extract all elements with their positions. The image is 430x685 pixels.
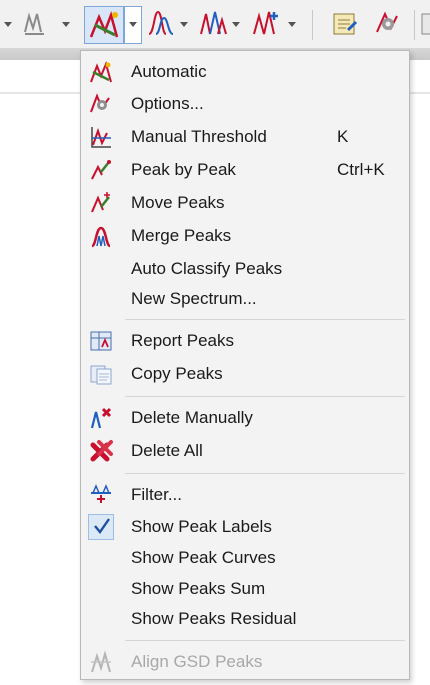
menu-item-filter[interactable]: Filter... [81,480,409,510]
automatic-peak-button[interactable] [84,6,124,44]
menu-item-label: Auto Classify Peaks [131,259,283,278]
delete-all-icon [89,439,113,463]
chevron-down-icon[interactable] [288,22,296,27]
menu-item-label: Delete Manually [131,408,253,427]
peak-curve-icon [148,10,174,35]
report-peaks-icon [89,329,113,353]
menu-separator [125,640,405,641]
menu-item-label: Show Peak Curves [131,548,276,567]
menu-item-label: Options... [131,94,204,113]
chevron-down-icon [129,22,137,27]
menu-item-label: Delete All [131,441,203,460]
chevron-down-icon[interactable] [62,22,70,27]
menu-item-label: Automatic [131,62,207,81]
menu-item-options[interactable]: Options... [81,89,409,119]
menu-item-label: Peak by Peak [131,160,236,179]
automatic-peak-icon [89,60,113,84]
manual-threshold-icon [89,125,113,149]
overflow-button[interactable] [420,8,430,42]
menu-item-label: Align GSD Peaks [131,652,263,671]
copy-peaks-icon [89,362,113,386]
menu-separator [125,473,405,474]
menu-item-manual-threshold[interactable]: Manual Threshold K [81,122,409,152]
menu-item-new-spectrum[interactable]: New Spectrum... [81,284,409,314]
peak-detect-icon [24,12,44,35]
checkmark-icon [92,516,116,540]
delete-manually-icon [89,406,113,430]
menu-item-move-peaks[interactable]: Move Peaks [81,188,409,218]
menu-item-label: Report Peaks [131,331,234,350]
peak-add-button[interactable] [250,8,282,42]
menu-item-copy-peaks[interactable]: Copy Peaks [81,359,409,389]
peak-toolbar [0,0,430,48]
options-icon [376,11,398,33]
chevron-down-icon[interactable] [232,22,240,27]
merge-peaks-icon [89,224,113,248]
menu-item-label: Filter... [131,485,183,504]
menu-item-automatic[interactable]: Automatic [81,57,409,87]
menu-item-label: Copy Peaks [131,364,223,383]
move-peaks-icon [89,191,113,215]
peak-add-icon [253,11,278,35]
options-icon [89,92,113,116]
menu-separator [125,396,405,397]
menu-item-label: Show Peaks Sum [131,579,266,598]
align-gsd-icon [89,650,113,674]
automatic-peak-dropdown[interactable] [124,6,142,44]
menu-item-shortcut: K [337,127,349,146]
menu-item-delete-manually[interactable]: Delete Manually [81,403,409,433]
toolbar-separator [312,10,313,40]
partial-icon [421,13,430,35]
menu-separator [125,319,405,320]
menu-item-show-peaks-sum[interactable]: Show Peaks Sum [81,574,409,604]
menu-item-peak-by-peak[interactable]: Peak by Peak Ctrl+K [81,155,409,185]
toolbar-separator [414,10,415,40]
menu-item-label: New Spectrum... [131,289,257,308]
peak-detect-button[interactable] [22,8,48,42]
menu-item-show-peaks-residual[interactable]: Show Peaks Residual [81,604,409,634]
peak-curve-button[interactable] [146,8,176,42]
peak-split-button[interactable] [198,8,228,42]
menu-item-show-peak-labels[interactable]: Show Peak Labels [81,512,409,542]
peak-dropdown-menu: Automatic Options... Manual Threshold K … [80,50,410,680]
report-icon [333,13,358,35]
menu-item-align-gsd-peaks: Align GSD Peaks [81,647,409,677]
menu-item-shortcut: Ctrl+K [337,160,385,179]
menu-item-report-peaks[interactable]: Report Peaks [81,326,409,356]
menu-item-merge-peaks[interactable]: Merge Peaks [81,221,409,251]
chevron-down-icon[interactable] [4,22,12,27]
options-button[interactable] [372,8,402,42]
menu-item-show-peak-curves[interactable]: Show Peak Curves [81,543,409,573]
filter-icon [89,483,113,507]
menu-item-label: Manual Threshold [131,127,267,146]
peak-by-peak-icon [89,158,113,182]
menu-item-label: Merge Peaks [131,226,232,245]
report-button[interactable] [330,8,360,42]
menu-item-delete-all[interactable]: Delete All [81,436,409,466]
peak-split-icon [200,11,227,35]
chevron-down-icon[interactable] [180,22,188,27]
automatic-peak-icon [89,10,119,38]
menu-item-label: Move Peaks [131,193,225,212]
menu-item-label: Show Peaks Residual [131,609,297,628]
menu-item-auto-classify-peaks[interactable]: Auto Classify Peaks [81,254,409,284]
menu-item-label: Show Peak Labels [131,517,272,536]
